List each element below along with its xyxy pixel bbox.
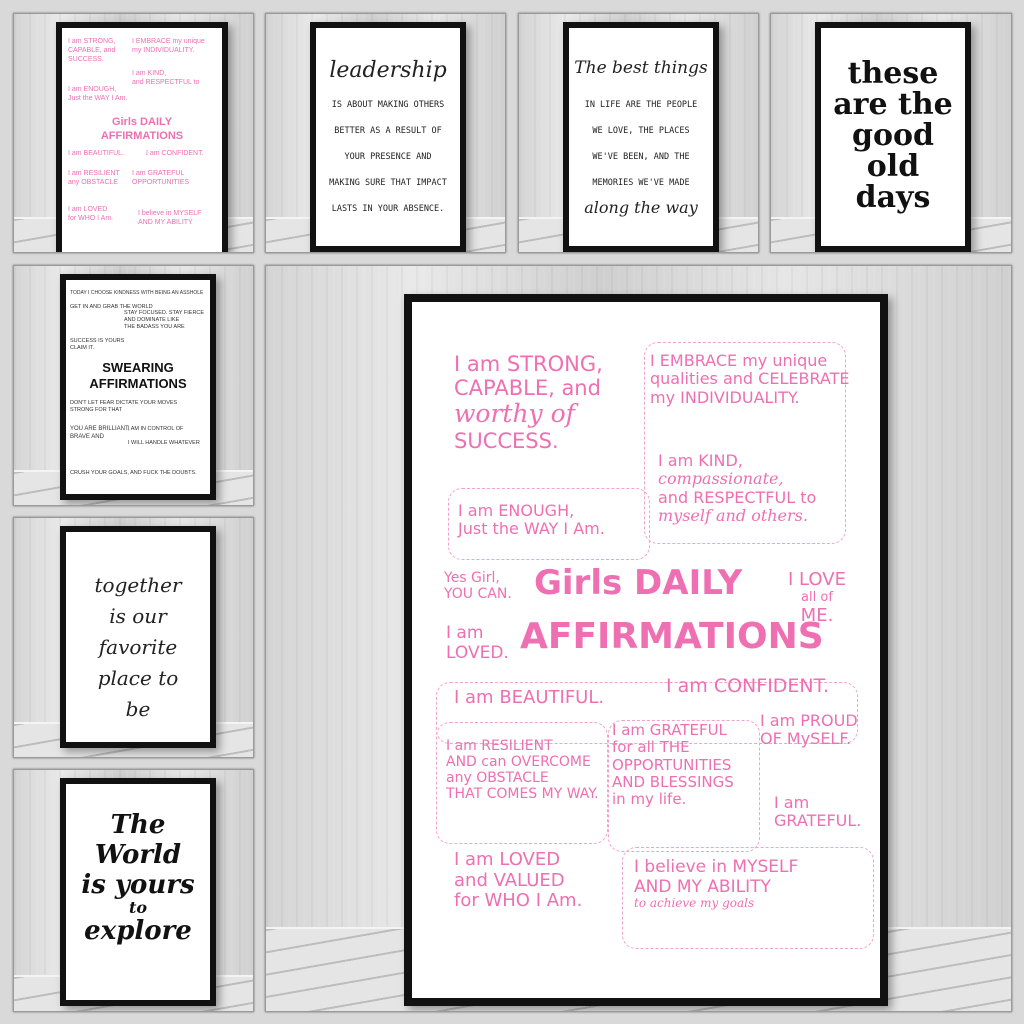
poster-frame: The best things IN LIFE ARE THE PEOPLE W… [563, 22, 719, 252]
good-old-days-line-4: old [866, 149, 920, 184]
good-old-days-line-2: are the [833, 87, 953, 122]
aff-enough: I am ENOUGH, Just the WAY I Am. [458, 501, 605, 539]
aff-grateful-for: I am GRATEFUL for all THE OPPORTUNITIES … [612, 721, 734, 808]
aff-love: I LOVE all of ME. [788, 569, 846, 626]
aff-believe: I believe in MYSELF AND MY ABILITY to ac… [634, 857, 799, 911]
aff-kind: I am KIND, compassionate, and RESPECTFUL… [658, 451, 817, 526]
thumb-loved-valued: I am LOVED for WHO I Am. [68, 206, 114, 222]
swearing-block-3: SUCCESS IS YOURS CLAIM IT. [70, 338, 125, 351]
swearing-title-1: SWEARING [102, 360, 174, 375]
poster-paper: together is our favorite place to be [66, 532, 210, 742]
world-line-5: explore [84, 916, 192, 946]
tile-together: together is our favorite place to be [13, 517, 254, 758]
swearing-top: TODAY I CHOOSE KINDNESS WITH BEING AN AS… [70, 290, 204, 296]
thumb-beautiful: I am BEAUTIFUL. [68, 150, 125, 157]
world-line-2: World [94, 840, 182, 870]
tile-world-is-yours: The World is yours to explore [13, 769, 254, 1012]
best-things-line-2: WE LOVE, THE PLACES [592, 126, 690, 136]
good-old-days-line-1: these [847, 56, 939, 91]
aff-strong: I am STRONG, CAPABLE, and worthy of SUCC… [454, 352, 603, 454]
together-line-5: be [125, 697, 151, 721]
together-line-2: is our [109, 604, 167, 628]
thumb-strong: I am STRONG, CAPABLE, and SUCCESS. [68, 38, 116, 63]
best-things-line-1: IN LIFE ARE THE PEOPLE [584, 100, 698, 110]
leadership-line-5: LASTS IN YOUR ABSENCE. [331, 204, 445, 214]
best-things-footer: along the way [584, 198, 698, 217]
leadership-line-4: MAKING SURE THAT IMPACT [329, 178, 447, 188]
swearing-block-2: STAY FOCUSED. STAY FIERCE AND DOMINATE LI… [124, 310, 205, 330]
aff-title-2: AFFIRMATIONS [520, 616, 824, 657]
good-old-days-text: these are the good old days [821, 58, 965, 213]
poster-paper: I am STRONG, CAPABLE, and SUCCESS. I EMBRA… [62, 28, 222, 252]
swearing-block-4: DON'T LET FEAR DICTATE YOUR MOVES STRONG … [70, 400, 178, 413]
poster-frame: The World is yours to explore [60, 778, 216, 1006]
leadership-line-2: BETTER AS A RESULT OF [334, 126, 442, 136]
leadership-title: leadership [329, 58, 447, 83]
good-old-days-line-5: days [855, 180, 931, 215]
aff-title-1: Girls DAILY [534, 563, 743, 603]
leadership-line-1: IS ABOUT MAKING OTHERS [331, 100, 445, 110]
tile-main-affirmations: I am STRONG, CAPABLE, and worthy of SUCC… [265, 265, 1012, 1012]
swearing-bottom: CRUSH YOUR GOALS, AND FUCK THE DOUBTS. [70, 470, 197, 476]
world-text: The World is yours to explore [66, 810, 210, 946]
thumb-kind: I am KIND, and RESPECTFUL to [132, 70, 200, 86]
thumb-embrace: I EMBRACE my unique my INDIVIDUALITY. [132, 38, 205, 54]
leadership-line-3: YOUR PRESENCE AND [344, 152, 432, 162]
aff-confident: I am CONFIDENT. [666, 675, 830, 697]
poster-frame: these are the good old days [815, 22, 971, 252]
world-line-1: The [110, 810, 166, 840]
best-things-line-4: MEMORIES WE'VE MADE [592, 178, 690, 188]
aff-yes-girl: Yes Girl, YOU CAN. [444, 570, 512, 603]
tile-best-things: The best things IN LIFE ARE THE PEOPLE W… [518, 13, 759, 253]
aff-grateful: I am GRATEFUL. [774, 793, 862, 831]
thumb-enough: I am ENOUGH, Just the WAY I Am. [68, 86, 128, 102]
poster-frame: TODAY I CHOOSE KINDNESS WITH BEING AN AS… [60, 274, 216, 500]
thumb-confident: I am CONFIDENT. [146, 150, 204, 157]
together-line-4: place to [97, 666, 179, 690]
swearing-block-6: I AM IN CONTROL OF I WILL HANDLE WHATEVER [128, 426, 200, 446]
poster-frame: leadership IS ABOUT MAKING OTHERS BETTER… [310, 22, 466, 252]
aff-embrace: I EMBRACE my unique qualities and CELEBR… [650, 351, 850, 407]
thumb-resilient: I am RESILIENT any OBSTACLE [68, 170, 120, 186]
aff-resilient: I am RESILIENT AND can OVERCOME any OBST… [446, 738, 599, 803]
together-line-3: favorite [98, 635, 178, 659]
aff-loved-valued: I am LOVED and VALUED for WHO I Am. [454, 849, 583, 912]
tile-swearing-affirmations: TODAY I CHOOSE KINDNESS WITH BEING AN AS… [13, 265, 254, 506]
tile-leadership: leadership IS ABOUT MAKING OTHERS BETTER… [265, 13, 506, 253]
together-line-1: together [94, 573, 182, 597]
poster-frame: I am STRONG, CAPABLE, and SUCCESS. I EMBRA… [56, 22, 228, 252]
tile-affirmations-thumb: I am STRONG, CAPABLE, and SUCCESS. I EMBRA… [13, 13, 254, 253]
swearing-block-5: YOU ARE BRILLIANT, BRAVE AND [70, 426, 130, 440]
swearing-title-2: AFFIRMATIONS [89, 376, 187, 391]
best-things-title: The best things [574, 58, 708, 78]
main-poster-paper: I am STRONG, CAPABLE, and worthy of SUCC… [412, 302, 880, 998]
aff-beautiful: I am BEAUTIFUL. [454, 687, 605, 708]
thumb-believe: I believe in MYSELF AND MY ABILITY [138, 210, 202, 226]
thumb-title-2: AFFIRMATIONS [100, 130, 184, 142]
poster-paper: these are the good old days [821, 28, 965, 246]
tile-good-old-days: these are the good old days [770, 13, 1012, 253]
good-old-days-line-3: good [852, 118, 934, 153]
aff-loved: I am LOVED. [446, 623, 509, 663]
thumb-grateful-for: I am GRATEFUL OPPORTUNITIES [132, 170, 190, 186]
poster-paper: TODAY I CHOOSE KINDNESS WITH BEING AN AS… [66, 280, 210, 494]
poster-paper: leadership IS ABOUT MAKING OTHERS BETTER… [316, 28, 460, 246]
world-line-3: is yours [81, 870, 195, 900]
main-poster-frame: I am STRONG, CAPABLE, and worthy of SUCC… [404, 294, 888, 1006]
poster-paper: The World is yours to explore [66, 784, 210, 1000]
poster-frame: together is our favorite place to be [60, 526, 216, 748]
world-line-4: to [128, 898, 148, 917]
aff-proud: I am PROUD OF MySELF. [760, 711, 858, 749]
together-text: together is our favorite place to be [66, 570, 210, 725]
poster-paper: The best things IN LIFE ARE THE PEOPLE W… [569, 28, 713, 246]
best-things-line-3: WE'VE BEEN, AND THE [592, 152, 690, 162]
thumb-title-1: Girls DAILY [111, 116, 173, 128]
